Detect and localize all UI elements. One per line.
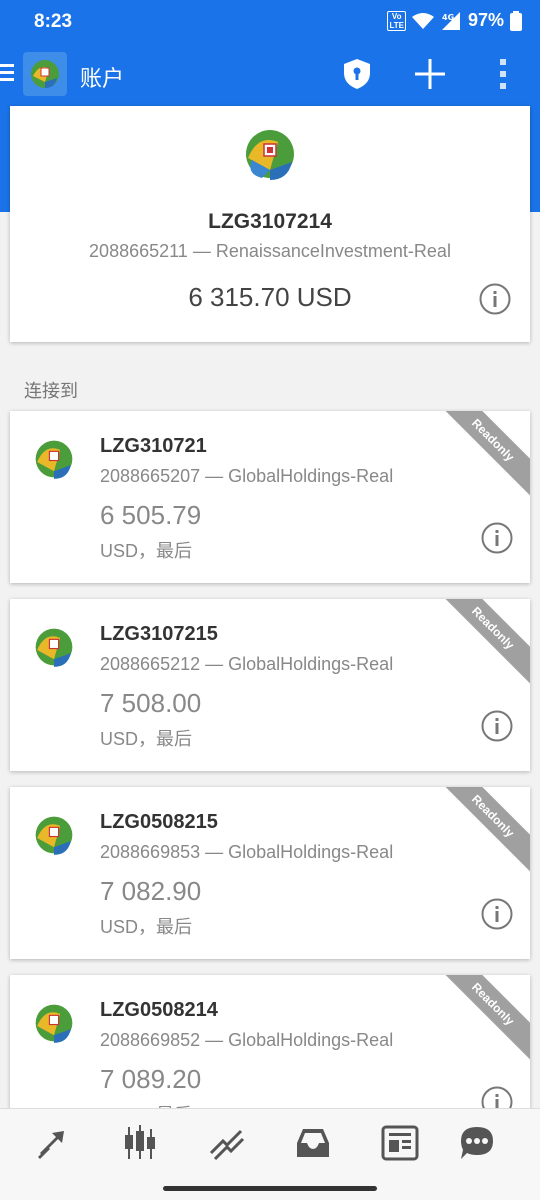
- info-icon[interactable]: [480, 897, 514, 931]
- chart-icon[interactable]: [120, 1123, 160, 1163]
- info-icon[interactable]: [480, 709, 514, 743]
- account-server: 2088669852 — GlobalHoldings-Real: [100, 1030, 394, 1050]
- account-card[interactable]: LZG3107215 2088665212 — GlobalHoldings-R…: [10, 599, 530, 771]
- account-login: LZG310721: [100, 435, 207, 457]
- account-currency: USD，最后: [100, 541, 193, 561]
- metatrader-logo-icon: [35, 628, 73, 667]
- chat-icon[interactable]: [457, 1123, 497, 1163]
- app-logo[interactable]: [23, 52, 67, 96]
- readonly-badge: Readonly: [430, 411, 530, 503]
- bottom-navigation: [0, 1108, 540, 1178]
- account-balance: 7 089.20: [100, 1064, 202, 1094]
- trade-icon[interactable]: [207, 1123, 247, 1163]
- page-title: 账户: [80, 66, 125, 91]
- account-currency: USD，最后: [100, 917, 193, 937]
- account-card[interactable]: LZG0508215 2088669853 — GlobalHoldings-R…: [10, 787, 530, 959]
- more-options-icon[interactable]: [490, 56, 516, 92]
- home-gesture-bar[interactable]: [163, 1186, 377, 1191]
- gesture-area: [0, 1178, 540, 1200]
- signal-icon: 4G: [441, 11, 460, 30]
- app-toolbar: 账户: [0, 44, 540, 106]
- quotes-icon[interactable]: [34, 1123, 74, 1163]
- account-balance: 6 505.79: [100, 500, 202, 530]
- metatrader-logo-icon: [35, 816, 73, 855]
- account-currency: USD，最后: [100, 729, 193, 749]
- shield-icon[interactable]: [339, 56, 375, 92]
- account-server: 2088665207 — GlobalHoldings-Real: [100, 466, 394, 486]
- account-login: LZG3107215: [100, 623, 218, 645]
- status-icons: Vo LTE 4G 97%: [387, 10, 522, 31]
- battery-icon: [510, 10, 522, 31]
- news-icon[interactable]: [380, 1123, 420, 1163]
- volte-icon: Vo LTE: [387, 10, 406, 31]
- add-account-icon[interactable]: [412, 56, 448, 92]
- connect-to-label: 连接到: [24, 381, 78, 401]
- svg-text:4G: 4G: [442, 13, 454, 22]
- metatrader-logo-icon: [35, 1004, 73, 1043]
- readonly-badge: Readonly: [430, 787, 530, 879]
- account-balance: 6 315.70 USD: [188, 282, 352, 312]
- account-login: LZG0508214: [100, 999, 218, 1021]
- wifi-icon: [411, 12, 434, 29]
- account-server: 2088665212 — GlobalHoldings-Real: [100, 654, 394, 674]
- account-balance: 7 508.00: [100, 688, 202, 718]
- battery-percent: 97%: [467, 10, 504, 30]
- history-icon[interactable]: [293, 1123, 333, 1163]
- account-login: LZG0508215: [100, 811, 218, 833]
- metatrader-logo-icon: [35, 440, 73, 479]
- metatrader-logo-icon: [246, 130, 294, 180]
- menu-icon[interactable]: [0, 64, 14, 84]
- info-icon[interactable]: [478, 282, 512, 316]
- current-account-card[interactable]: LZG3107214 2088665211 — RenaissanceInves…: [10, 106, 530, 342]
- info-icon[interactable]: [480, 521, 514, 555]
- account-login: LZG3107214: [208, 210, 332, 233]
- account-server: 2088669853 — GlobalHoldings-Real: [100, 842, 394, 862]
- account-balance: 7 082.90: [100, 876, 202, 906]
- readonly-badge: Readonly: [430, 599, 530, 691]
- metatrader-logo-icon: [31, 60, 59, 88]
- status-bar: 8:23 Vo LTE 4G 97%: [0, 0, 540, 44]
- status-time: 8:23: [34, 11, 73, 32]
- account-server: 2088665211 — RenaissanceInvestment-Real: [89, 241, 451, 261]
- readonly-badge: Readonly: [430, 975, 530, 1067]
- account-card[interactable]: LZG310721 2088665207 — GlobalHoldings-Re…: [10, 411, 530, 583]
